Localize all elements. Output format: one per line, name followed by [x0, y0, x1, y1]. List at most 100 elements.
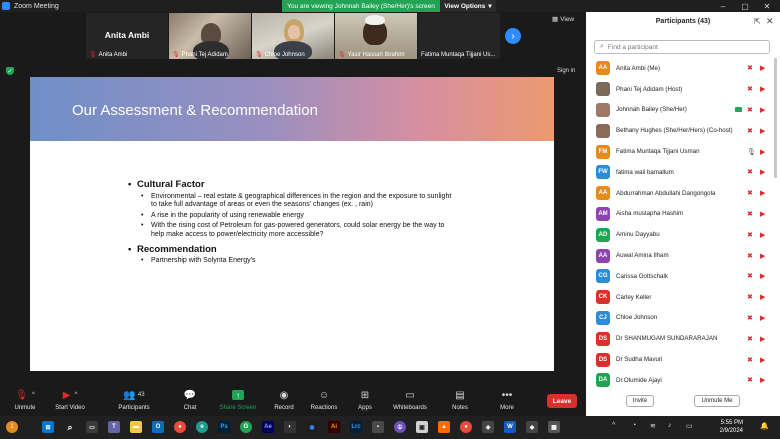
mic-off-icon[interactable]: ✖ [747, 356, 753, 364]
participant-row[interactable]: AA Abdurrahman Abdullahi Dangongola ✖ ▶ [586, 183, 780, 204]
wifi-icon[interactable]: ≋ [650, 422, 656, 430]
photoshop-icon[interactable]: Ps [218, 421, 230, 433]
weather-badge[interactable]: 1 [6, 421, 18, 433]
mic-off-icon[interactable]: ✖ [747, 293, 753, 301]
teams-icon[interactable]: T [108, 421, 120, 433]
participant-row[interactable]: CJ Chloe Johnson ✖ ▶ [586, 308, 780, 329]
participant-row[interactable]: Bethany Hughes (She/Her/Hers) (Co-host) ✖… [586, 120, 780, 141]
participant-row[interactable]: DS Dr SHANMUGAM SUNDARARAJAN ✖ ▶ [586, 328, 780, 349]
notes-button[interactable]: ▤ Notes [435, 388, 485, 412]
video-off-icon[interactable]: ▶ [760, 314, 765, 322]
mic-off-icon[interactable]: ✖ [747, 314, 753, 322]
participant-row[interactable]: CK Carley Keller ✖ ▶ [586, 287, 780, 308]
lightroom-icon[interactable]: Lrc [350, 421, 362, 433]
view-options-button[interactable]: View Options ▾ [440, 0, 496, 12]
after-effects-icon[interactable]: Ae [262, 421, 274, 433]
app-icon[interactable]: ◆ [526, 421, 538, 433]
app-icon[interactable]: ① [394, 421, 406, 433]
battery-icon[interactable]: ▭ [686, 422, 693, 430]
participant-row[interactable]: FW fatima wali bamallum ✖ ▶ [586, 162, 780, 183]
find-participant-box[interactable]: ⌕ [594, 40, 770, 54]
video-thumbnail[interactable]: Anita Ambi 🎙 Anita Ambi [86, 13, 168, 59]
participant-row[interactable]: AD Aminu Dayyabu ✖ ▶ [586, 224, 780, 245]
video-off-icon[interactable]: ▶ [760, 168, 765, 176]
video-off-icon[interactable]: ▶ [760, 210, 765, 218]
zoom-taskbar-icon[interactable]: ◉ [306, 421, 318, 433]
app-icon[interactable]: ▪ [372, 421, 384, 433]
participants-button[interactable]: 👥 43 Participants [109, 388, 159, 412]
participant-row[interactable]: CG Carissa Gottschalk ✖ ▶ [586, 266, 780, 287]
mic-off-icon[interactable]: ✖ [747, 376, 753, 384]
video-off-icon[interactable]: ▶ [760, 106, 765, 114]
app-icon[interactable]: ◈ [482, 421, 494, 433]
participant-row[interactable]: AM Aisha mustapha Hashim ✖ ▶ [586, 204, 780, 225]
participant-row[interactable]: DA Dr.Olumide Ajayi ✖ ▶ [586, 370, 780, 391]
video-off-icon[interactable]: ▶ [760, 376, 765, 384]
next-page-arrow-icon[interactable]: › [505, 28, 521, 44]
participant-row[interactable]: FM Fatima Muntaqa Tijjani Usman 🎙 ▶ [586, 141, 780, 162]
mic-off-icon[interactable]: ✖ [747, 272, 753, 280]
sign-in-link[interactable]: Sign in [557, 68, 575, 74]
participant-row[interactable]: Johnnah Bailey (She/Her) ✖ ▶ [586, 100, 780, 121]
participant-row[interactable]: AA Auwal Amina Ilham ✖ ▶ [586, 245, 780, 266]
view-button[interactable]: ▦ View [552, 15, 574, 24]
app-icon[interactable]: ▲ [438, 421, 450, 433]
search-taskbar-icon[interactable]: ⌕ [64, 421, 76, 433]
search-input[interactable] [607, 43, 758, 51]
video-off-icon[interactable]: ▶ [760, 252, 765, 260]
illustrator-icon[interactable]: Ai [328, 421, 340, 433]
task-view-icon[interactable]: ▭ [86, 421, 98, 433]
close-icon[interactable]: ✕ [766, 16, 774, 27]
mic-off-icon[interactable]: ✖ [747, 85, 753, 93]
leave-button[interactable]: Leave [547, 394, 577, 408]
video-thumbnail[interactable]: Fatima Muntaqa Tijjani Us... [418, 13, 500, 59]
unmute-button[interactable]: 🎙 ^ Unmute [0, 388, 50, 412]
mic-off-icon[interactable]: ✖ [747, 106, 753, 114]
mic-off-icon[interactable]: ✖ [747, 189, 753, 197]
apps-button[interactable]: ⊞ Apps [340, 388, 390, 412]
popout-icon[interactable]: ⇱ [754, 17, 761, 26]
more-button[interactable]: ••• More [482, 388, 532, 412]
grammarly-icon[interactable]: G [240, 421, 252, 433]
speaker-icon[interactable]: ♪ [668, 422, 672, 429]
windows-start-icon[interactable]: ⊞ [42, 421, 54, 433]
video-off-icon[interactable]: ▶ [760, 189, 765, 197]
invite-button[interactable]: Invite [626, 395, 654, 407]
notification-bell-icon[interactable]: 🔔 [760, 422, 769, 430]
mic-off-icon[interactable]: ✖ [747, 168, 753, 176]
mic-on-icon[interactable]: 🎙 [747, 148, 756, 156]
mic-off-icon[interactable]: ✖ [747, 335, 753, 343]
app-icon[interactable]: ▦ [548, 421, 560, 433]
chrome-icon[interactable]: ● [460, 421, 472, 433]
mic-off-icon[interactable]: ✖ [747, 252, 753, 260]
scrollbar[interactable] [774, 58, 777, 178]
video-thumbnail[interactable]: 🎙 Yasir Hassan Ibrahim [335, 13, 417, 59]
video-off-icon[interactable]: ▶ [760, 127, 765, 135]
mic-off-icon[interactable]: ✖ [747, 231, 753, 239]
chat-button[interactable]: 💬 Chat [165, 388, 215, 412]
mic-off-icon[interactable]: ✖ [747, 127, 753, 135]
unmute-me-button[interactable]: Unmute Me [694, 395, 740, 407]
video-thumbnail[interactable]: 🎙 Phani Tej Adidam [169, 13, 251, 59]
chrome-icon[interactable]: ● [174, 421, 186, 433]
chevron-up-icon[interactable]: ^ [612, 422, 615, 429]
video-off-icon[interactable]: ▶ [760, 356, 765, 364]
video-off-icon[interactable]: ▶ [760, 231, 765, 239]
clock[interactable]: 5:55 PM 2/9/2024 [703, 419, 743, 435]
start-video-button[interactable]: ▶ ^ Start Video [45, 388, 95, 412]
video-off-icon[interactable]: ▶ [760, 293, 765, 301]
outlook-icon[interactable]: O [152, 421, 164, 433]
maximize-icon[interactable]: ▢ [734, 0, 756, 12]
app-icon[interactable]: ◐ [284, 421, 296, 433]
mic-off-icon[interactable]: ✖ [747, 64, 753, 72]
participant-row[interactable]: Phani Tej Adidam (Host) ✖ ▶ [586, 79, 780, 100]
app-tray-icon[interactable]: ◔ [632, 422, 636, 429]
video-off-icon[interactable]: ▶ [760, 335, 765, 343]
share-screen-button[interactable]: ↑ Share Screen [213, 388, 263, 411]
video-thumbnail-active-speaker[interactable]: 🎙 Chloe Johnson [252, 13, 334, 59]
video-off-icon[interactable]: ▶ [760, 64, 765, 72]
participant-row[interactable]: AA Anita Ambi (Me) ✖ ▶ [586, 58, 780, 79]
video-off-icon[interactable]: ▶ [760, 272, 765, 280]
whiteboards-button[interactable]: ▭ Whiteboards [385, 388, 435, 412]
minimize-icon[interactable]: – [712, 0, 734, 12]
